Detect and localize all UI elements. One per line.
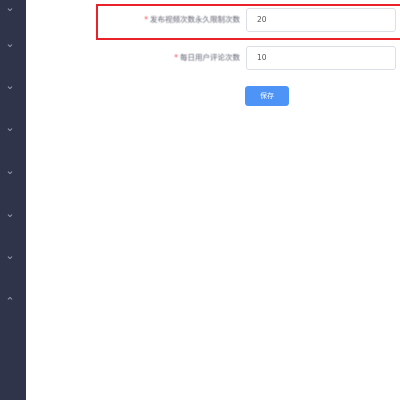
daily-comments-input[interactable]: 10 (246, 46, 396, 70)
chevron-down-icon[interactable]: ⌄ (4, 80, 16, 92)
field-label-daily-comments: * 每日用户评论次数 (174, 46, 240, 70)
form-row-daily-comments: * 每日用户评论次数 10 (0, 46, 400, 70)
required-mark: * (174, 53, 178, 62)
field-label-text: 每日用户评论次数 (180, 53, 240, 62)
chevron-up-icon[interactable]: ⌃ (4, 296, 16, 308)
chevron-down-icon[interactable]: ⌄ (4, 250, 16, 262)
form-row-video-limit: * 发布视频次数永久限制次数 20 (0, 8, 400, 32)
video-limit-input[interactable]: 20 (246, 8, 396, 32)
chevron-down-icon[interactable]: ⌄ (4, 122, 16, 134)
field-label-text: 发布视频次数永久限制次数 (150, 15, 240, 24)
field-label-video-limit: * 发布视频次数永久限制次数 (144, 8, 240, 32)
chevron-down-icon[interactable]: ⌄ (4, 208, 16, 220)
required-mark: * (144, 15, 148, 24)
save-button[interactable]: 保存 (245, 86, 289, 106)
chevron-down-icon[interactable]: ⌄ (4, 165, 16, 177)
